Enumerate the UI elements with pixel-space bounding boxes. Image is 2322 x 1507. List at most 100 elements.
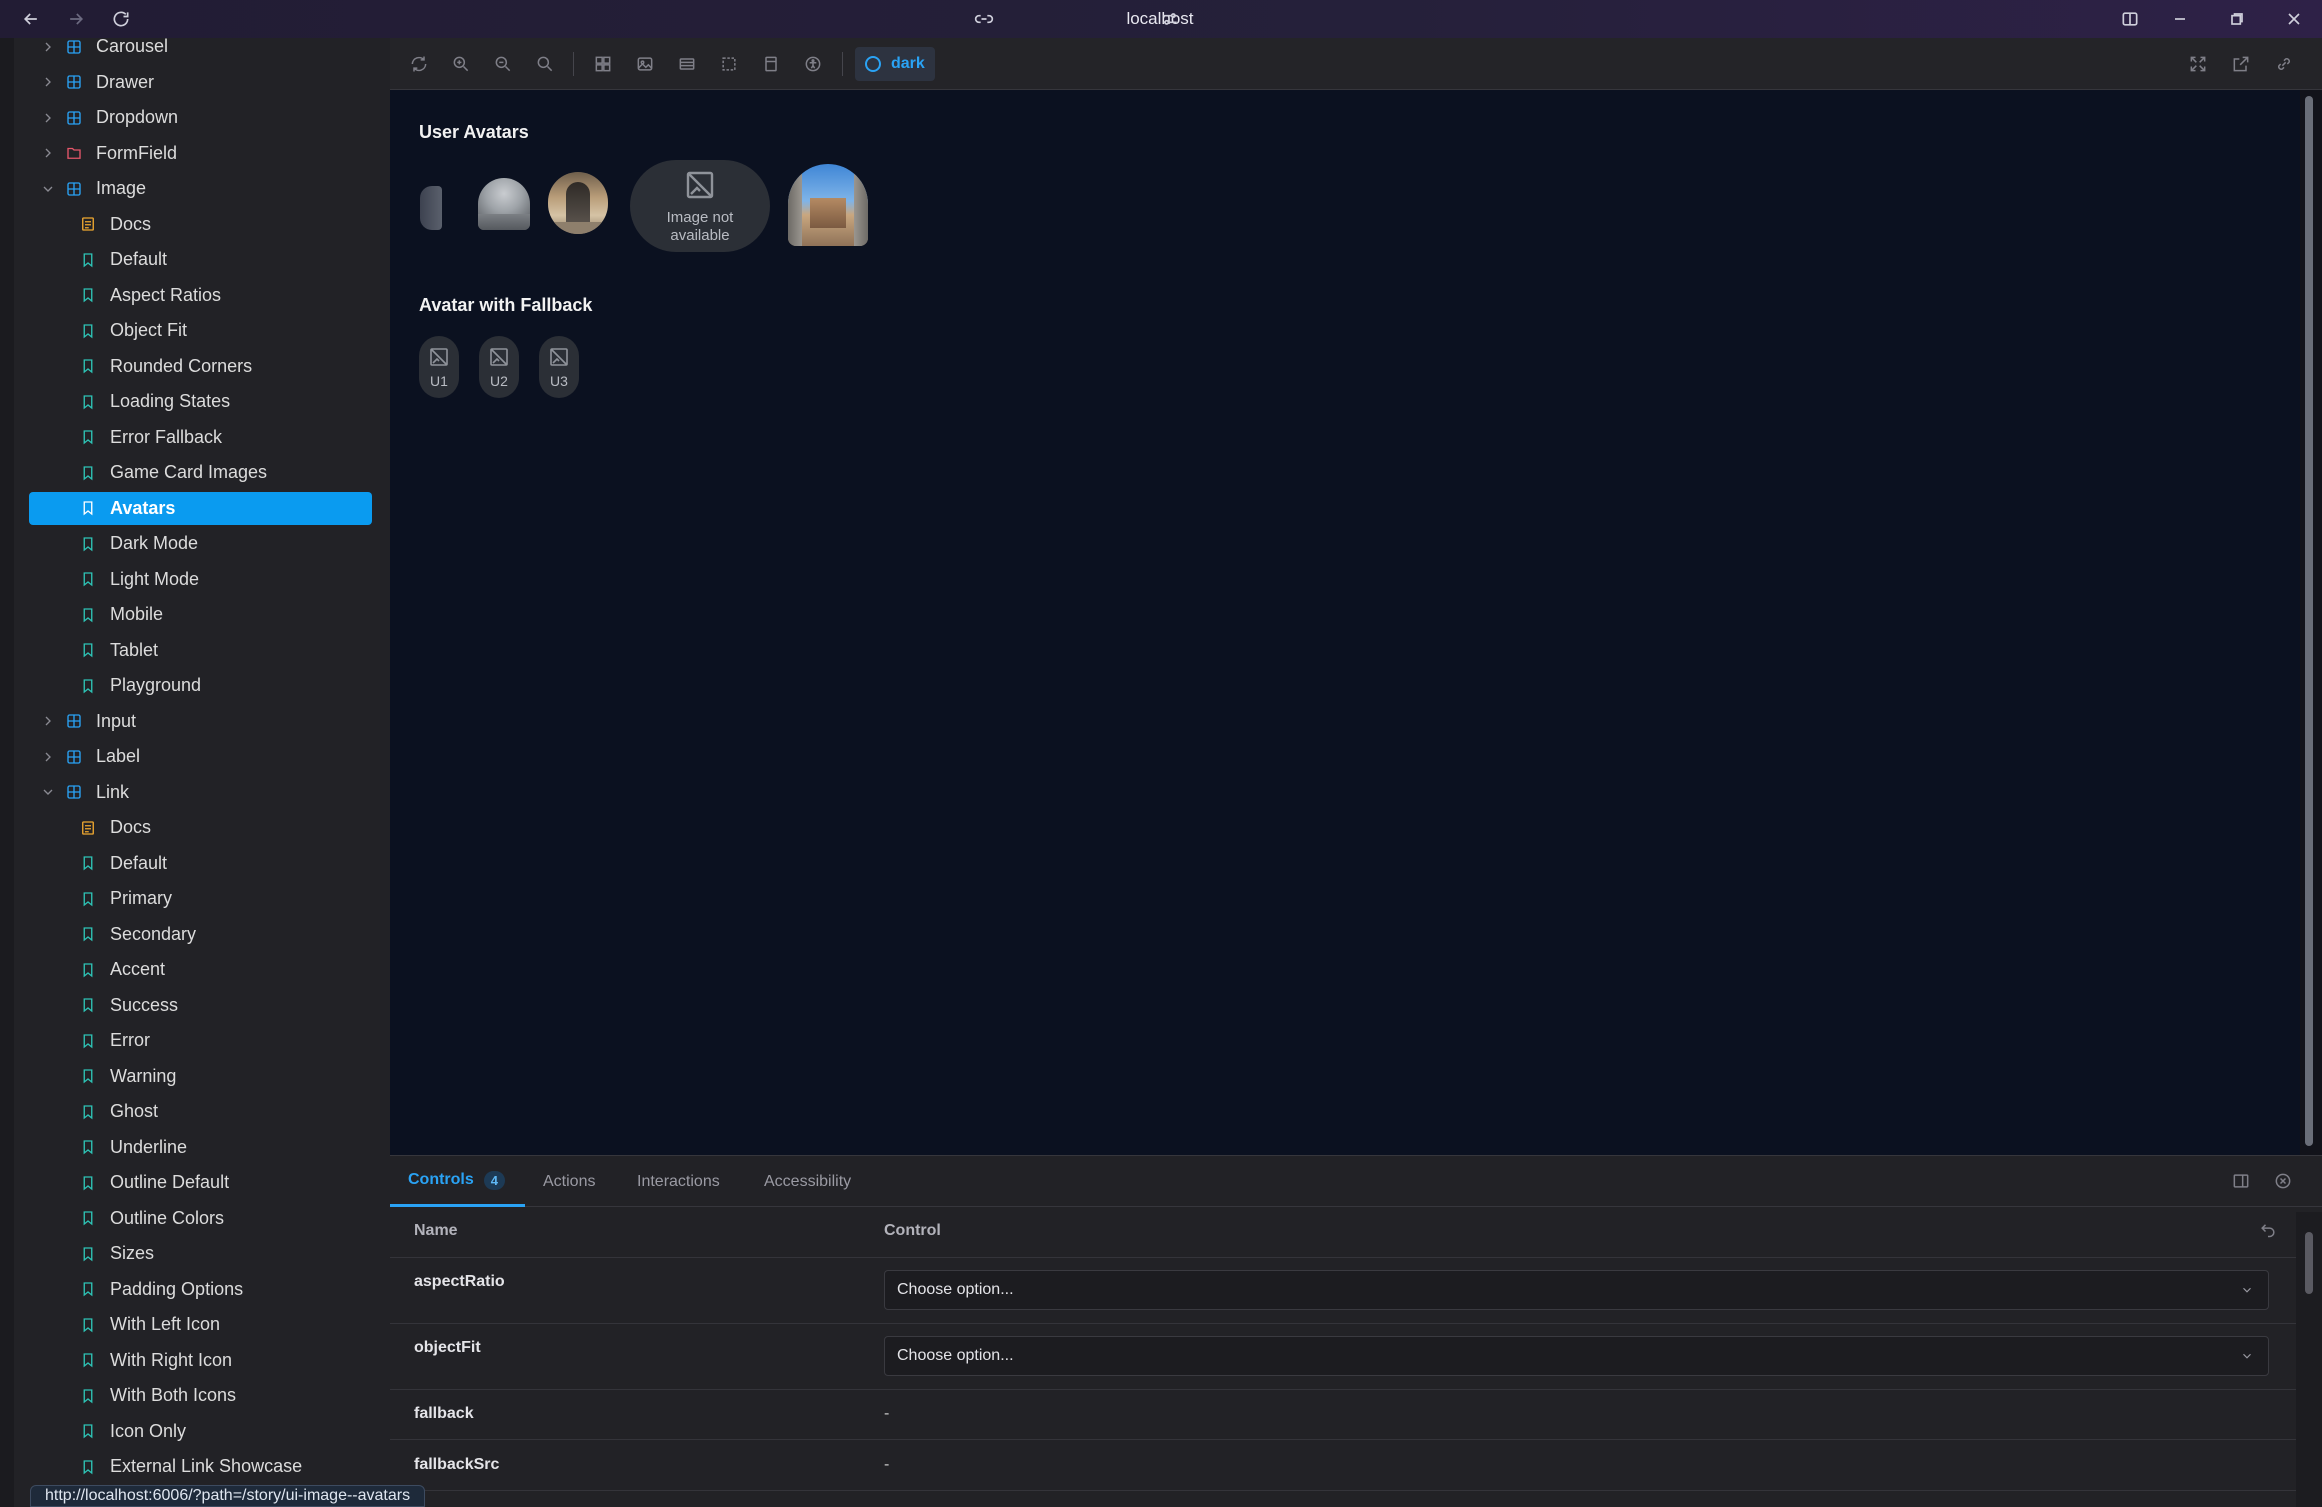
zoom-out-button[interactable] [490,51,516,77]
minimize-button[interactable] [2158,0,2202,38]
component-icon [64,747,84,767]
remount-button[interactable] [406,51,432,77]
sidebar-item-label: Game Card Images [110,462,268,482]
back-button[interactable] [9,0,53,38]
sidebar-item-label: With Right Icon [110,1349,233,1370]
tab-controls[interactable]: Controls 4 [390,1156,526,1207]
forward-button[interactable] [54,0,98,38]
sidebar-story-with-right-icon[interactable]: With Right Icon [78,1344,232,1377]
restore-button[interactable] [2215,0,2259,38]
sidebar-item-label: Mobile [110,604,164,624]
measure-button[interactable] [758,51,784,77]
sidebar-story-padding-options[interactable]: Padding Options [78,1273,243,1306]
zoom-in-button[interactable] [448,51,474,77]
tab-actions[interactable]: Actions [543,1156,595,1207]
sidebar-story-light-mode[interactable]: Light Mode [78,563,199,596]
fallback-value[interactable]: - [884,1405,889,1423]
objectfit-select[interactable]: Choose option... [884,1336,2269,1376]
sidebar-story-aspect-ratios[interactable]: Aspect Ratios [78,279,221,312]
toolbar-divider [573,52,574,76]
avatar-fallback: Image not available [630,160,770,252]
fallback-avatar-u3: U3 [539,336,579,398]
fullscreen-button[interactable] [2185,51,2211,77]
sidebar-component-dropdown[interactable]: Dropdown [40,101,178,134]
bookmark-icon [78,1208,98,1228]
sidebar-story-game-card-images[interactable]: Game Card Images [78,456,267,489]
copy-link-button[interactable] [2271,51,2297,77]
sidebar-story-object-fit[interactable]: Object Fit [78,314,187,347]
tab-interactions[interactable]: Interactions [637,1156,720,1207]
fallbacksrc-value[interactable]: - [884,1456,889,1474]
sidebar-story-sizes[interactable]: Sizes [78,1237,154,1270]
sidebar-story-secondary[interactable]: Secondary [78,918,196,951]
accessibility-toggle-button[interactable] [800,51,826,77]
aspectratio-select[interactable]: Choose option... [884,1270,2269,1310]
sidebar-component-link[interactable]: Link [40,776,129,809]
bookmark-icon [78,498,98,518]
sidebar-story-avatars[interactable]: Avatars [29,491,372,525]
sidebar-component-label[interactable]: Label [40,740,140,773]
sidebar-story-dark-mode[interactable]: Dark Mode [78,527,198,560]
grid-button[interactable] [590,51,616,77]
minimize-icon [2175,18,2185,20]
panel-orientation-button[interactable] [2228,1168,2254,1194]
close-window-button[interactable] [2272,0,2316,38]
bookmark-icon [78,285,98,305]
sidebar-story-warning[interactable]: Warning [78,1060,176,1093]
sidebar-story-tablet[interactable]: Tablet [78,634,158,667]
viewport-button[interactable] [674,51,700,77]
sidebar-story-rounded-corners[interactable]: Rounded Corners [78,350,252,383]
sidebar-story-icon-only[interactable]: Icon Only [78,1415,186,1448]
open-new-tab-button[interactable] [2228,51,2254,77]
sidebar-story-with-left-icon[interactable]: With Left Icon [78,1308,220,1341]
sidebar-story-outline-default[interactable]: Outline Default [78,1166,229,1199]
sidebar-item-label: Docs [110,213,152,234]
sidebar-story-default[interactable]: Default [78,847,167,880]
page-settings-button[interactable] [1148,0,1192,38]
sidebar-story-mobile[interactable]: Mobile [78,598,163,631]
scrollbar-thumb[interactable] [2305,96,2313,1146]
sidebar-story-with-both-icons[interactable]: With Both Icons [78,1379,236,1412]
sidebar-story-error[interactable]: Error [78,1024,150,1057]
close-panel-button[interactable] [2270,1168,2296,1194]
canvas-scrollbar[interactable] [2300,90,2322,1155]
reset-controls-button[interactable] [2255,1216,2281,1242]
sidebar-story-docs[interactable]: Docs [78,811,151,844]
sidebar-component-drawer[interactable]: Drawer [40,66,154,99]
sidebar-component-image[interactable]: Image [40,172,146,205]
outline-button[interactable] [716,51,742,77]
sidebar-story-external-link-showcase[interactable]: External Link Showcase [78,1450,302,1483]
document-icon [78,214,98,234]
fallback-avatar-u2: U2 [479,336,519,398]
sidebar-story-loading-states[interactable]: Loading States [78,385,230,418]
close-icon [2288,13,2300,25]
sidebar-toggle-button[interactable] [2108,0,2152,38]
sidebar-story-success[interactable]: Success [78,989,178,1022]
sidebar-component-carousel[interactable]: Carousel [40,38,168,63]
sidebar-story-playground[interactable]: Playground [78,669,201,702]
select-value: Choose option... [897,1347,1014,1364]
sidebar-story-error-fallback[interactable]: Error Fallback [78,421,222,454]
sidebar-item-label: Primary [110,888,172,908]
sidebar-item-label: Success [110,994,179,1015]
reload-button[interactable] [99,0,143,38]
undo-icon [2261,1224,2275,1238]
bookmark-icon [78,640,98,660]
sidebar-story-primary[interactable]: Primary [78,882,172,915]
panel-scrollbar[interactable] [2296,1212,2322,1507]
sidebar-story-outline-colors[interactable]: Outline Colors [78,1202,224,1235]
sidebar-item-label: Carousel [96,38,169,56]
bookmark-icon [78,960,98,980]
sidebar-story-default[interactable]: Default [78,243,167,276]
sidebar-story-underline[interactable]: Underline [78,1131,187,1164]
theme-switcher[interactable]: dark [855,47,935,81]
sidebar-component-formfield[interactable]: FormField [40,137,177,170]
sidebar-story-accent[interactable]: Accent [78,953,165,986]
scrollbar-thumb[interactable] [2305,1232,2313,1294]
sidebar-component-input[interactable]: Input [40,705,136,738]
background-button[interactable] [632,51,658,77]
tab-accessibility[interactable]: Accessibility [764,1156,851,1207]
sidebar-story-docs[interactable]: Docs [78,208,151,241]
zoom-reset-button[interactable] [532,51,558,77]
sidebar-story-ghost[interactable]: Ghost [78,1095,158,1128]
